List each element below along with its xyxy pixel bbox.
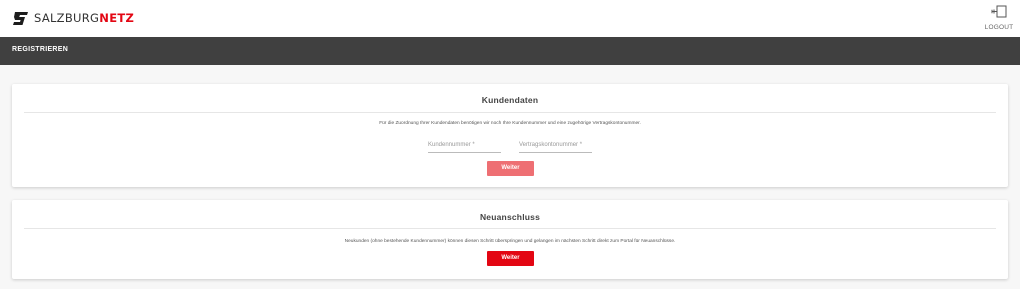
logout-label: LOGOUT bbox=[984, 24, 1014, 31]
kundendaten-card: Kundendaten Für die Zuordnung Ihrer Kund… bbox=[12, 84, 1008, 187]
logo-wordmark: SALZBURGNETZ bbox=[34, 11, 134, 25]
logout-plug-icon bbox=[991, 5, 1007, 18]
salzburgnetz-logo-icon bbox=[13, 11, 28, 25]
neuanschluss-weiter-button[interactable]: Weiter bbox=[487, 251, 534, 266]
vertragskontonummer-input[interactable]: Vertragskontonummer * bbox=[519, 141, 592, 153]
neuanschluss-card: Neuanschluss Neukunden (ohne bestehende … bbox=[12, 200, 1008, 279]
kundendaten-weiter-button[interactable]: Weiter bbox=[487, 161, 534, 176]
kundendaten-title: Kundendaten bbox=[481, 95, 539, 105]
kundendaten-divider bbox=[24, 112, 996, 113]
neuanschluss-description: Neukunden (ohne bestehende Kundennummer)… bbox=[344, 239, 676, 244]
nav-item-registrieren[interactable]: REGISTRIEREN bbox=[12, 46, 68, 53]
main-navbar: REGISTRIEREN bbox=[0, 37, 1020, 65]
kundennummer-input[interactable]: Kundennummer * bbox=[428, 141, 501, 153]
neuanschluss-title: Neuanschluss bbox=[479, 212, 541, 222]
kundendaten-description: Für die Zuordnung Ihrer Kundendaten benö… bbox=[379, 121, 641, 126]
logo-prefix: SALZBURG bbox=[34, 11, 100, 25]
neuanschluss-divider bbox=[24, 228, 996, 229]
logout-button[interactable]: LOGOUT bbox=[982, 5, 1016, 31]
logo-accent: NETZ bbox=[99, 11, 135, 25]
salzburgnetz-logo[interactable]: SALZBURGNETZ bbox=[12, 10, 134, 26]
top-header: SALZBURGNETZ LOGOUT bbox=[0, 0, 1020, 37]
